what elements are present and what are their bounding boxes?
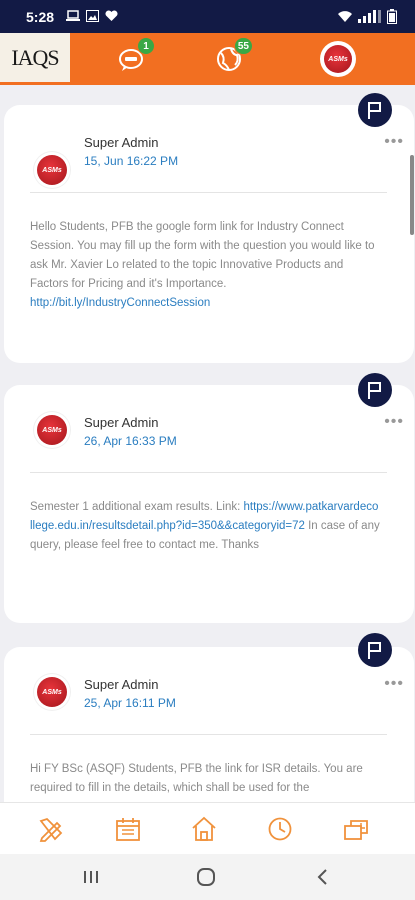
logo-text: IAQS [11, 44, 59, 70]
post-author: Super Admin [84, 677, 159, 692]
post-card[interactable]: ASMs Super Admin 15, Jun 16:22 PM ••• He… [4, 105, 414, 363]
post-divider [30, 192, 387, 193]
system-home-button[interactable] [195, 866, 219, 888]
chat-button[interactable]: 1 [115, 37, 155, 75]
flag-icon [368, 102, 381, 119]
post-card[interactable]: ASMs Super Admin 26, Apr 16:33 PM ••• Se… [4, 385, 414, 623]
post-divider [30, 472, 387, 473]
posts-feed[interactable]: ASMs Super Admin 15, Jun 16:22 PM ••• He… [0, 85, 415, 802]
nav-calendar-button[interactable] [114, 815, 142, 843]
nav-messages-button[interactable] [342, 815, 370, 843]
post-card[interactable]: ASMs Super Admin 25, Apr 16:11 PM ••• Hi… [4, 647, 414, 802]
feed-scrollbar[interactable] [410, 155, 414, 235]
author-avatar: ASMs [34, 674, 70, 710]
globe-button[interactable]: 55 [213, 37, 253, 75]
recents-icon [84, 871, 98, 883]
battery-icon [387, 9, 397, 24]
post-more-button[interactable]: ••• [384, 133, 404, 151]
notification-icons [66, 10, 118, 22]
image-icon [86, 10, 99, 22]
flag-icon [368, 382, 381, 399]
app-logo[interactable]: IAQS [0, 33, 70, 85]
post-text: Hello Students, PFB the google form link… [30, 221, 375, 290]
author-avatar-logo: ASMs [37, 415, 67, 445]
post-more-button[interactable]: ••• [384, 675, 404, 693]
nav-timetable-button[interactable] [266, 815, 294, 843]
post-more-button[interactable]: ••• [384, 413, 404, 431]
pencil-ruler-icon [39, 817, 63, 842]
pinned-post-badge[interactable] [358, 93, 392, 127]
author-avatar-logo: ASMs [37, 677, 67, 707]
back-button[interactable] [312, 866, 336, 888]
signal-icon [358, 10, 381, 23]
author-avatar-logo: ASMs [37, 155, 67, 185]
nav-assignments-button[interactable] [37, 815, 65, 843]
wifi-icon [338, 11, 352, 22]
pinned-post-badge[interactable] [358, 633, 392, 667]
profile-avatar-logo: ASMs [324, 45, 352, 73]
post-divider [30, 734, 387, 735]
flag-icon [368, 642, 381, 659]
bottom-navigation [0, 802, 415, 854]
post-author: Super Admin [84, 135, 159, 150]
post-body: Hello Students, PFB the google form link… [30, 218, 380, 313]
post-timestamp: 15, Jun 16:22 PM [84, 154, 179, 168]
mailbox-icon [344, 820, 368, 840]
globe-count-badge: 55 [233, 37, 253, 55]
home-circle-icon [197, 868, 215, 886]
laptop-icon [66, 10, 80, 21]
calendar-icon [116, 818, 140, 841]
post-timestamp: 25, Apr 16:11 PM [84, 696, 176, 710]
post-author: Super Admin [84, 415, 159, 430]
home-icon [192, 816, 216, 841]
author-avatar: ASMs [34, 152, 70, 188]
heart-icon [105, 10, 118, 21]
chat-count-badge: 1 [137, 37, 155, 55]
status-time: 5:28 [26, 9, 55, 25]
status-bar: 5:28 [0, 0, 415, 33]
profile-avatar[interactable]: ASMs [320, 41, 356, 77]
system-status-icons [337, 9, 397, 24]
post-timestamp: 26, Apr 16:33 PM [84, 434, 177, 448]
back-icon [317, 869, 327, 885]
post-body: Semester 1 additional exam results. Link… [30, 498, 380, 555]
author-avatar: ASMs [34, 412, 70, 448]
app-header: IAQS 1 55 ASMs [0, 33, 415, 85]
post-text: Semester 1 additional exam results. Link… [30, 501, 244, 513]
post-body: Hi FY BSc (ASQF) Students, PFB the link … [30, 760, 380, 798]
system-navigation [0, 854, 415, 900]
recents-button[interactable] [80, 866, 104, 888]
pinned-post-badge[interactable] [358, 373, 392, 407]
clock-icon [268, 817, 292, 841]
nav-home-button[interactable] [190, 815, 218, 843]
post-text: Hi FY BSc (ASQF) Students, PFB the link … [30, 763, 363, 794]
post-link[interactable]: http://bit.ly/IndustryConnectSession [30, 297, 210, 309]
